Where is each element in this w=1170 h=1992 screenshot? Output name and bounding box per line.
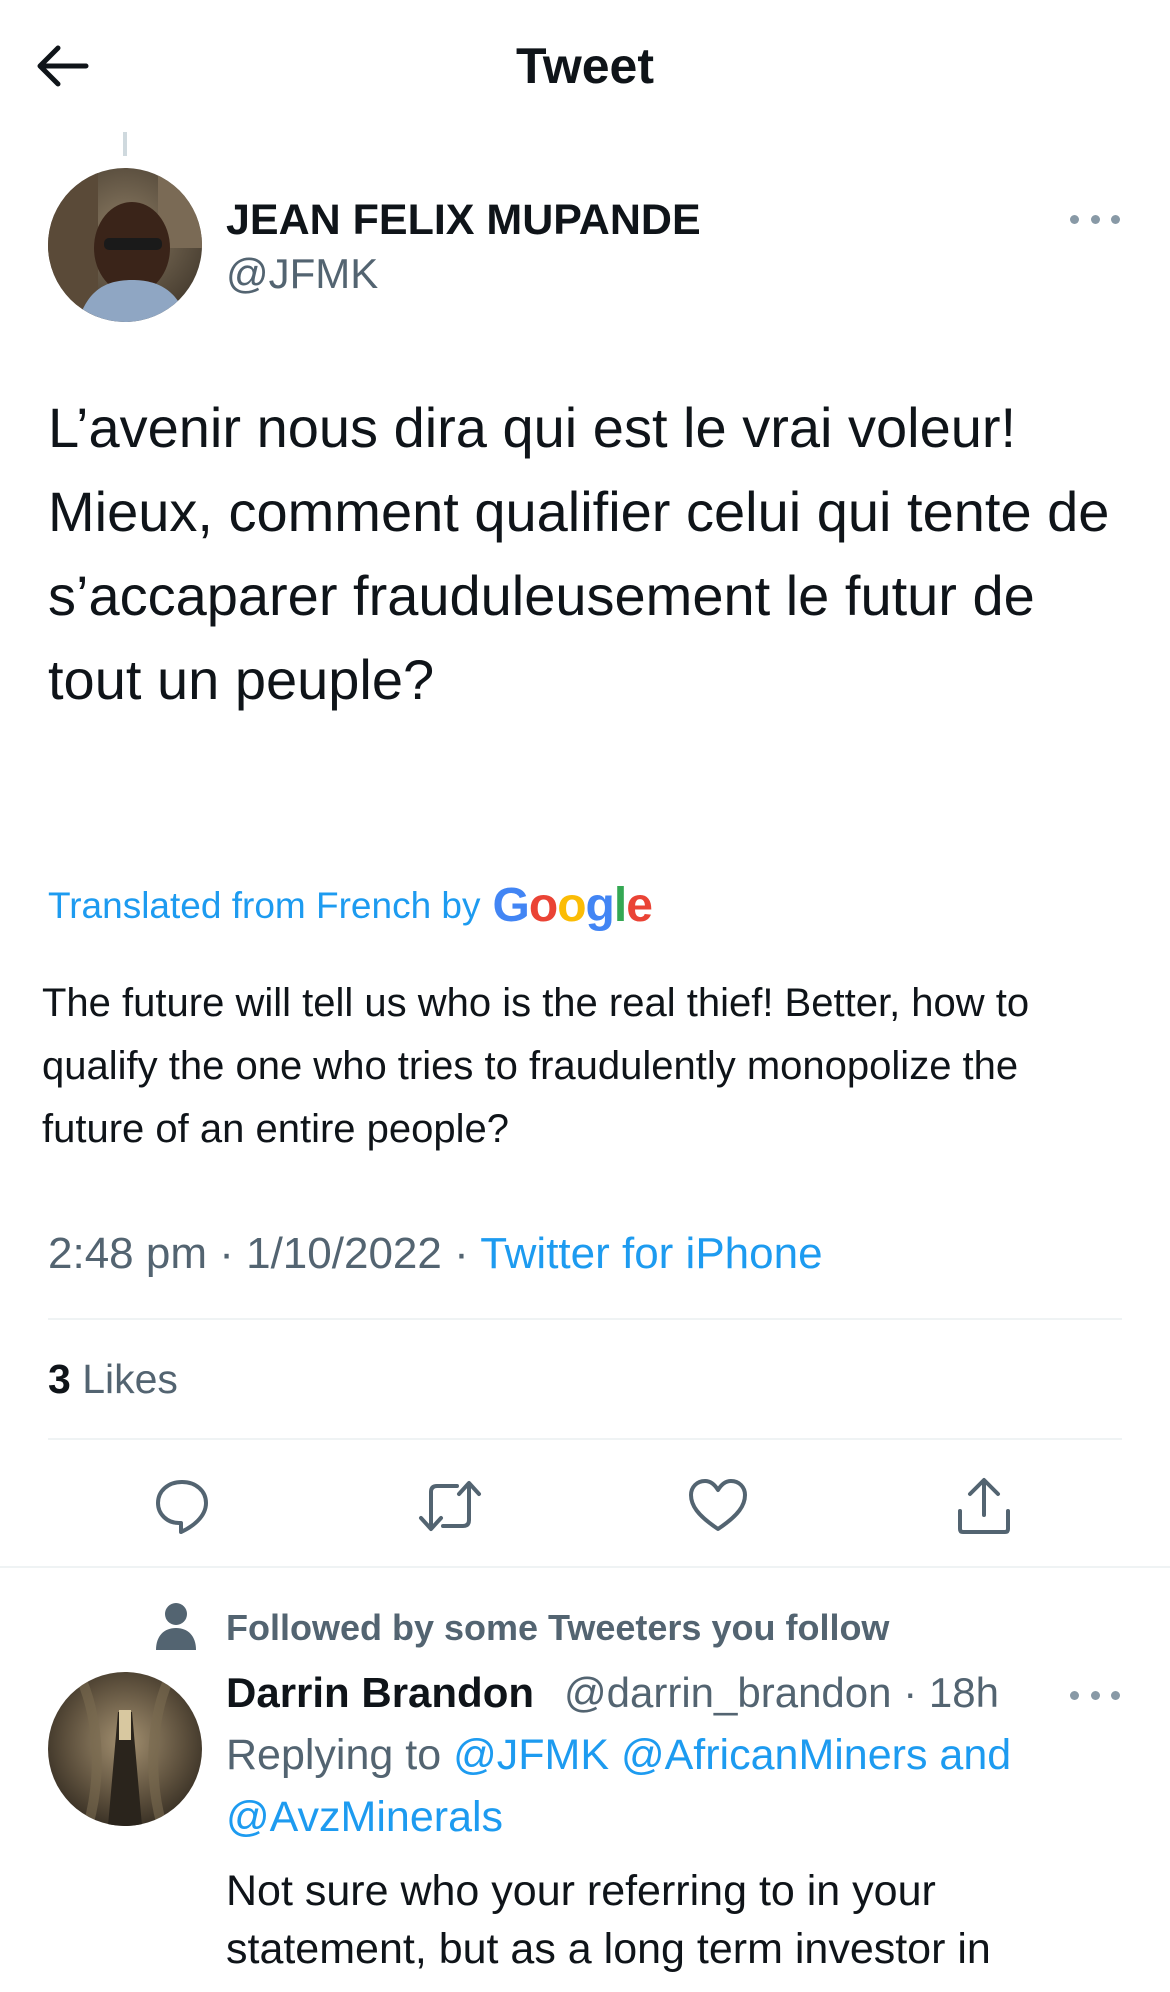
likes-count-link[interactable]: 3 Likes <box>48 1350 178 1408</box>
author-avatar[interactable] <box>48 168 202 322</box>
social-context: Followed by some Tweeters you follow <box>226 1607 890 1648</box>
thread-connector <box>123 132 127 156</box>
top-bar: Tweet <box>0 0 1170 130</box>
meta-separator: · <box>219 1229 234 1278</box>
meta-separator: · <box>903 1669 918 1716</box>
tweet-source-link[interactable]: Twitter for iPhone <box>480 1229 822 1278</box>
reply-author-meta: @darrin_brandon · 18h <box>564 1664 999 1722</box>
reply-author-handle[interactable]: @darrin_brandon <box>564 1669 892 1716</box>
tweet-date: 1/10/2022 <box>246 1229 442 1278</box>
divider <box>48 1318 1122 1320</box>
reply-button[interactable] <box>148 1472 216 1540</box>
more-options-button[interactable] <box>1070 204 1120 234</box>
page-title: Tweet <box>516 38 654 94</box>
comment-icon <box>156 1480 208 1534</box>
heart-icon <box>689 1479 747 1531</box>
divider <box>48 1438 1122 1440</box>
reply-author-avatar[interactable] <box>48 1672 202 1826</box>
like-button[interactable] <box>684 1472 752 1540</box>
reply-more-options-button[interactable] <box>1070 1680 1120 1710</box>
more-icon <box>1070 214 1079 224</box>
replying-to: Replying to @JFMK @AfricanMiners and @Av… <box>226 1724 1106 1848</box>
replying-label: Replying to <box>226 1731 442 1779</box>
reply-time: 18h <box>928 1669 999 1716</box>
more-icon <box>1070 1690 1079 1700</box>
share-button[interactable] <box>950 1472 1018 1540</box>
translation-attribution[interactable]: Translated from French by Google <box>48 876 653 936</box>
section-divider <box>0 1566 1170 1568</box>
tweet-text: L’avenir nous dira qui est le vrai voleu… <box>48 396 1110 711</box>
reply-author-name[interactable]: Darrin Brandon <box>226 1664 534 1722</box>
retweet-icon <box>419 1481 481 1531</box>
tweet-metadata: 2:48 pm · 1/10/2022 · Twitter for iPhone <box>48 1224 823 1284</box>
translated-label: Translated from French by <box>48 885 481 926</box>
translation-text: The future will tell us who is the real … <box>42 981 1030 1151</box>
likes-count: 3 <box>48 1356 71 1402</box>
google-logo: Google <box>492 879 653 932</box>
meta-separator: · <box>454 1229 469 1278</box>
person-icon <box>156 1603 196 1650</box>
tweet-time: 2:48 pm <box>48 1229 207 1278</box>
retweet-button[interactable] <box>416 1472 484 1540</box>
author-handle[interactable]: @JFMK <box>226 248 378 300</box>
author-name[interactable]: JEAN FELIX MUPANDE <box>226 194 701 246</box>
share-icon <box>958 1478 1010 1534</box>
likes-label: Likes <box>82 1356 178 1402</box>
reply-text: Not sure who your referring to in your s… <box>226 1867 991 1973</box>
